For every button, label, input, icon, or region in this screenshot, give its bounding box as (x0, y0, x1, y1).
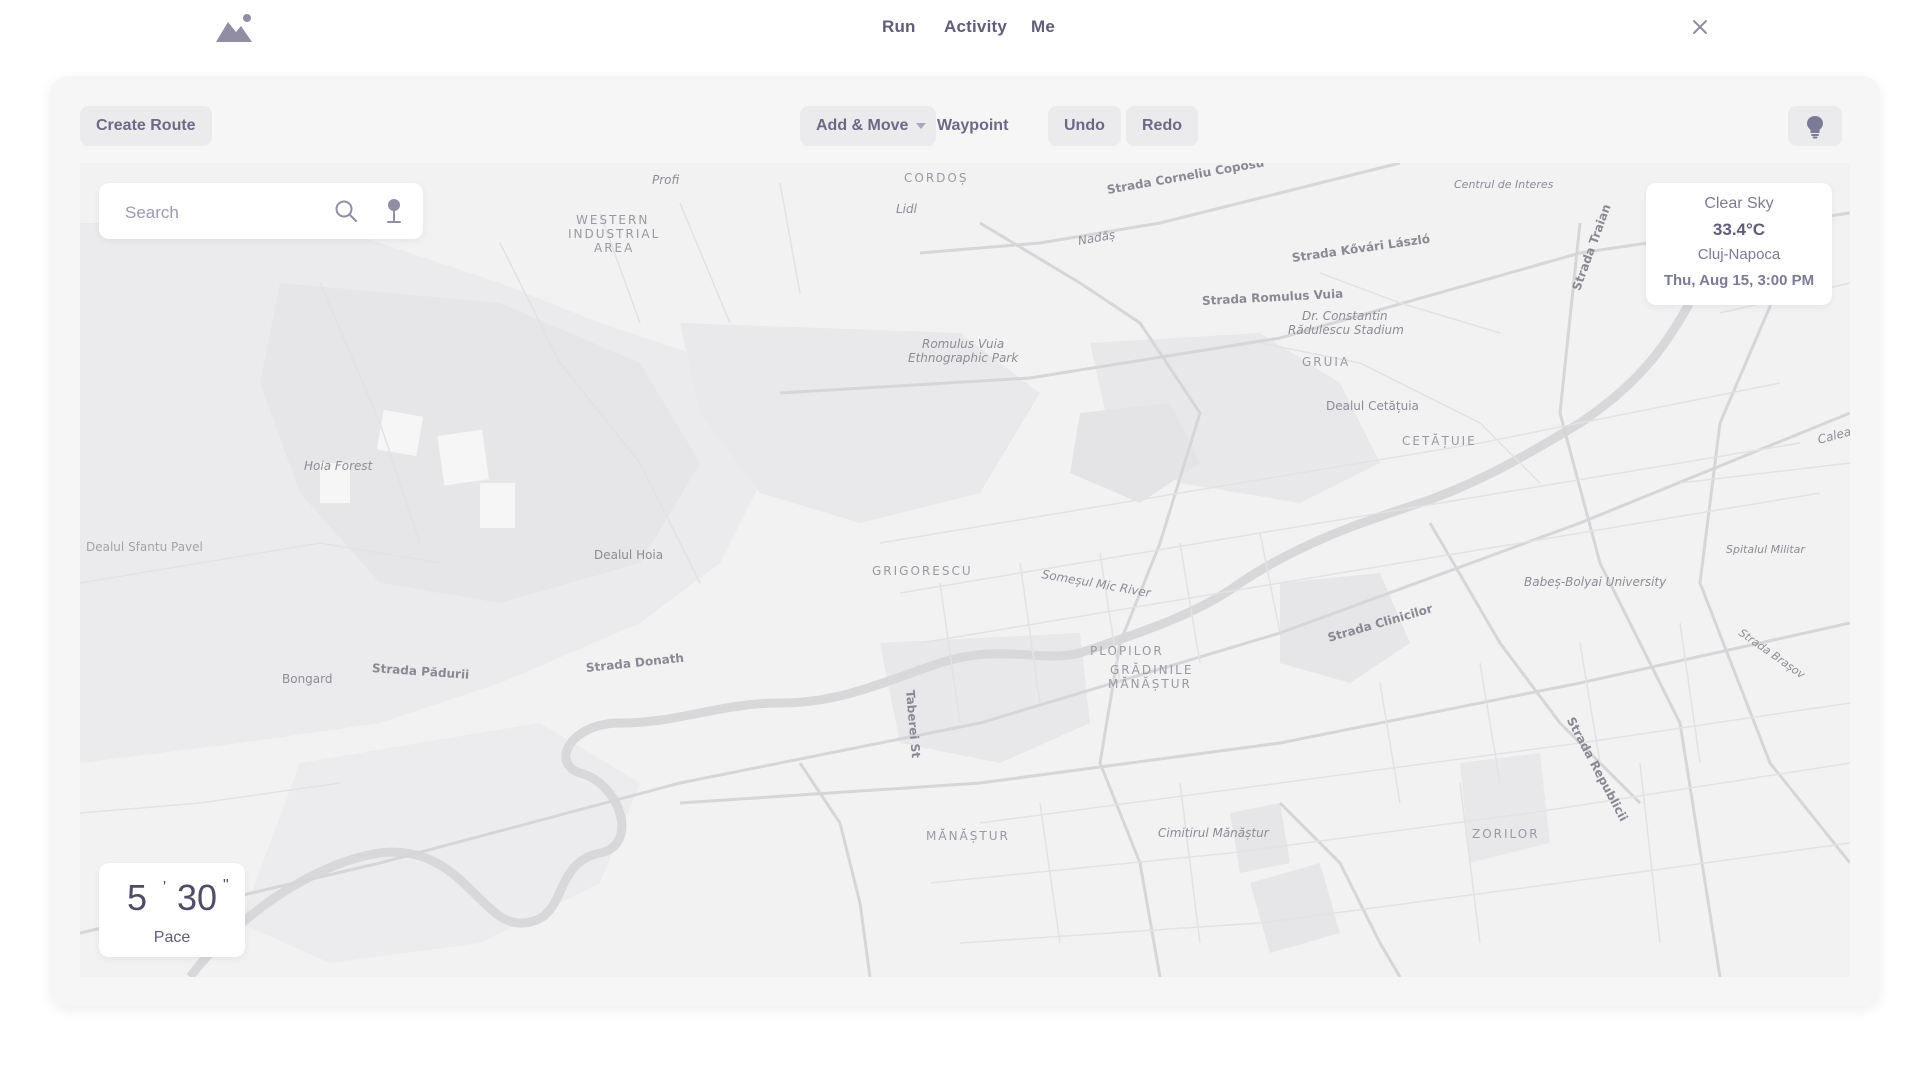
waypoint-button[interactable]: Waypoint (937, 106, 1008, 146)
pace-second-mark: " (223, 877, 229, 894)
map-label-gruia: GRUIA (1302, 355, 1351, 369)
weather-city: Cluj-Napoca (1697, 246, 1781, 263)
search-icon[interactable] (334, 199, 358, 228)
map-label-park: Romulus Vuia (922, 337, 1005, 351)
map-label-western: WESTERN (576, 213, 650, 227)
map-label-zorilor: ZORILOR (1472, 827, 1540, 841)
map-label-plopilor: PLOPILOR (1090, 644, 1164, 658)
weather-condition: Clear Sky (1704, 195, 1774, 212)
map-label-spitalul: Spitalul Militar (1726, 543, 1805, 556)
map-label-bongard: Bongard (282, 672, 333, 686)
search-input[interactable] (123, 201, 327, 225)
map-label-centrul: Centrul de Interes (1454, 178, 1554, 191)
redo-button[interactable]: Redo (1126, 106, 1198, 146)
nav-me[interactable]: Me (1031, 17, 1055, 37)
map-label-sfantu-pavel: Dealul Sfantu Pavel (86, 540, 203, 554)
lightbulb-icon (1807, 116, 1823, 139)
pace-seconds: 30 (177, 877, 218, 918)
main-nav: Run Activity Me (0, 0, 1920, 58)
close-icon[interactable] (1690, 17, 1710, 37)
undo-button[interactable]: Undo (1048, 106, 1121, 146)
map-label-cordos: CORDOȘ (904, 171, 969, 185)
map-label-grigorescu: GRIGORESCU (872, 564, 973, 578)
top-bar: Run Activity Me (0, 0, 1920, 58)
lightbulb-button[interactable] (1788, 106, 1842, 146)
weather-panel: Clear Sky 33.4°C Cluj-Napoca Thu, Aug 15… (1646, 183, 1832, 305)
weather-datetime: Thu, Aug 15, 3:00 PM (1663, 272, 1815, 289)
pace-panel[interactable]: 5 ' 30 " Pace (99, 863, 245, 957)
create-route-button[interactable]: Create Route (80, 106, 212, 146)
map-label-profi: Profi (652, 173, 680, 187)
map-label-radulescu: Rădulescu Stadium (1288, 323, 1404, 337)
map-label-manastur: MĂNĂȘTUR (1108, 677, 1192, 691)
location-pin-icon[interactable] (385, 198, 403, 229)
route-map[interactable]: Profi CORDOȘ Lidl Strada Corneliu Coposu… (80, 163, 1850, 977)
map-label-manastur-south: MĂNĂȘTUR (926, 829, 1010, 843)
map-label-dr-constantin: Dr. Constantin (1302, 309, 1388, 323)
map-label-area: AREA (594, 241, 635, 255)
weather-temperature: 33.4°C (1712, 220, 1766, 239)
map-label-dealul-hoia: Dealul Hoia (594, 548, 664, 562)
add-move-label: Add & Move (816, 117, 909, 134)
map-label-hoia-forest: Hoia Forest (304, 459, 373, 473)
map-label-cetatuie: CETĂȚUIE (1402, 434, 1477, 448)
pace-minute-mark: ' (163, 879, 167, 896)
pace-label: Pace (153, 929, 191, 946)
add-move-dropdown[interactable]: Add & Move (800, 106, 937, 146)
map-label-cetatuia: Dealul Cetățuia (1326, 399, 1419, 413)
chevron-down-icon (916, 123, 927, 129)
nav-run[interactable]: Run (882, 17, 916, 37)
map-label-industrial: INDUSTRIAL (568, 227, 661, 241)
map-label-gradinile: GRĂDINILE (1110, 663, 1194, 677)
map-label-cimitirul: Cimitirul Mănăștur (1158, 826, 1269, 840)
route-editor-card: Create Route Add & Move Waypoint Undo Re… (50, 76, 1880, 1006)
map-label-babes: Babeș-Bolyai University (1524, 575, 1667, 589)
pace-minutes: 5 (127, 877, 148, 918)
map-label-ethnographic-park: Ethnographic Park (908, 351, 1019, 365)
map-label-lidl: Lidl (896, 202, 917, 216)
nav-activity[interactable]: Activity (944, 17, 1007, 37)
search-box (99, 183, 423, 239)
